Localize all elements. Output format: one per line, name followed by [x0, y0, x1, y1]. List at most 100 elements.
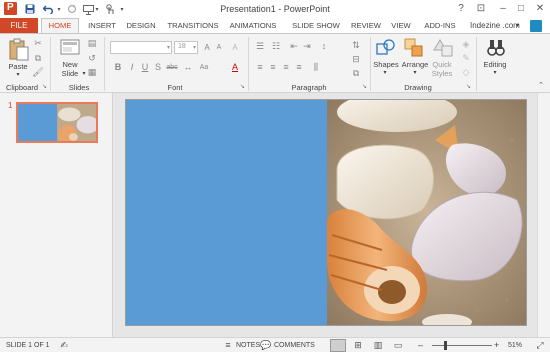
tab-slide-show[interactable]: SLIDE SHOW	[286, 18, 346, 34]
format-painter-icon[interactable]: 🖌	[32, 67, 44, 78]
italic-button[interactable]: I	[126, 62, 138, 73]
tab-design[interactable]: DESIGN	[124, 18, 158, 34]
slide-thumbnail[interactable]	[16, 102, 98, 143]
arrange-button[interactable]: Arrange	[400, 60, 430, 69]
bullets-icon[interactable]: ☰	[254, 41, 266, 52]
blue-rectangle-shape[interactable]	[126, 100, 327, 325]
slide-show-view-icon[interactable]: ▭	[392, 340, 404, 351]
quick-styles-label-2[interactable]: Styles	[428, 69, 456, 78]
seashells-picture[interactable]	[327, 100, 526, 325]
font-color-button[interactable]: A	[229, 62, 241, 73]
convert-to-smartart-icon[interactable]: ⧉	[350, 68, 362, 79]
maximize-icon[interactable]: □	[514, 1, 528, 16]
touch-mode-icon[interactable]	[104, 3, 116, 15]
ribbon-display-options-icon[interactable]: ⊡	[474, 1, 488, 16]
strikethrough-button[interactable]: abc	[164, 62, 180, 73]
minimize-icon[interactable]: –	[496, 1, 510, 16]
character-spacing-icon[interactable]: ↔	[182, 62, 194, 73]
align-text-icon[interactable]: ⊟	[350, 54, 362, 65]
paste-button[interactable]: Paste	[6, 62, 30, 71]
reset-icon[interactable]: ↺	[86, 53, 98, 64]
tab-insert[interactable]: INSERT	[83, 18, 121, 34]
normal-view-button[interactable]	[330, 339, 346, 352]
columns-icon[interactable]: ⫼	[310, 62, 322, 73]
notes-button[interactable]: NOTES	[236, 338, 260, 352]
section-icon[interactable]: ▦	[86, 67, 98, 78]
text-shadow-button[interactable]: S	[152, 62, 164, 73]
fit-slide-icon[interactable]: ⤢	[534, 340, 546, 351]
paste-icon[interactable]	[8, 38, 30, 64]
grow-font-icon[interactable]: A	[201, 42, 213, 53]
center-icon[interactable]: ≡	[267, 62, 279, 73]
shapes-icon[interactable]	[376, 38, 396, 60]
zoom-in-button[interactable]: +	[494, 338, 499, 352]
shapes-dropdown-icon[interactable]: ▾	[380, 69, 390, 76]
user-avatar[interactable]	[530, 20, 542, 32]
undo-icon[interactable]	[42, 3, 56, 15]
underline-button[interactable]: U	[139, 62, 151, 73]
clear-formatting-icon[interactable]: A	[229, 42, 241, 53]
shrink-font-icon[interactable]: A	[213, 42, 225, 53]
line-spacing-icon[interactable]: ↕	[318, 41, 330, 52]
editing-button[interactable]: Editing	[480, 60, 510, 69]
arrange-dropdown-icon[interactable]: ▾	[410, 69, 420, 76]
tab-animations[interactable]: ANIMATIONS	[226, 18, 280, 34]
help-icon[interactable]: ?	[454, 1, 468, 16]
align-right-icon[interactable]: ≡	[280, 62, 292, 73]
vertical-scrollbar[interactable]	[537, 93, 550, 337]
decrease-indent-icon[interactable]: ⇤	[288, 41, 300, 52]
account-dropdown-icon[interactable]: ▾	[516, 18, 519, 34]
text-direction-icon[interactable]: ⇅	[350, 40, 362, 51]
undo-dropdown-icon[interactable]: ▾	[56, 3, 62, 15]
editing-icon[interactable]	[486, 38, 506, 60]
zoom-out-button[interactable]: –	[418, 338, 423, 352]
zoom-slider-thumb[interactable]	[444, 341, 447, 350]
redo-icon[interactable]	[66, 3, 78, 15]
powerpoint-logo-icon[interactable]	[4, 2, 17, 15]
tab-transitions[interactable]: TRANSITIONS	[164, 18, 222, 34]
comments-icon[interactable]: 💬	[260, 340, 272, 351]
quick-styles-button[interactable]: Quick	[428, 60, 456, 69]
spelling-check-icon[interactable]: ✍	[58, 340, 70, 351]
new-slide-icon[interactable]	[60, 38, 80, 60]
slide-canvas[interactable]	[125, 99, 527, 326]
font-name-combo[interactable]: ▾	[110, 41, 172, 54]
font-size-combo[interactable]: 18 ▾	[174, 41, 198, 54]
justify-icon[interactable]: ≡	[293, 62, 305, 73]
comments-button[interactable]: COMMENTS	[274, 338, 315, 352]
numbering-icon[interactable]: ☷	[270, 41, 282, 52]
notes-icon[interactable]: ≡	[222, 340, 234, 351]
clipboard-launcher-icon[interactable]: ↘	[42, 84, 49, 91]
increase-indent-icon[interactable]: ⇥	[301, 41, 313, 52]
editing-dropdown-icon[interactable]: ▾	[490, 69, 500, 76]
tab-file[interactable]: FILE	[0, 18, 38, 34]
save-icon[interactable]	[24, 3, 36, 15]
shape-outline-icon[interactable]: ✎	[460, 53, 472, 64]
tab-add-ins[interactable]: ADD-INS	[420, 18, 460, 34]
paste-dropdown-icon[interactable]: ▾	[13, 71, 23, 78]
align-left-icon[interactable]: ≡	[254, 62, 266, 73]
slide-sorter-view-icon[interactable]: ⊞	[352, 340, 364, 351]
close-icon[interactable]: ✕	[533, 1, 547, 16]
reading-view-icon[interactable]: ▥	[372, 340, 384, 351]
bold-button[interactable]: B	[112, 62, 124, 73]
font-launcher-icon[interactable]: ↘	[240, 84, 247, 91]
paragraph-launcher-icon[interactable]: ↘	[362, 84, 369, 91]
tab-home[interactable]: HOME	[41, 18, 79, 34]
customize-toolbar-icon[interactable]: ▾	[118, 3, 126, 15]
zoom-slider[interactable]	[432, 345, 492, 346]
collapse-ribbon-icon[interactable]: ⌃	[536, 81, 546, 89]
shapes-button[interactable]: Shapes	[372, 60, 400, 69]
layout-icon[interactable]: ▤	[86, 38, 98, 49]
user-account-name[interactable]: Indezine .com	[470, 18, 520, 34]
quick-styles-icon[interactable]	[432, 38, 454, 60]
arrange-icon[interactable]	[404, 38, 424, 60]
tab-review[interactable]: REVIEW	[349, 18, 383, 34]
start-dropdown-icon[interactable]: ▾	[94, 3, 100, 15]
zoom-level[interactable]: 51%	[508, 338, 522, 352]
drawing-launcher-icon[interactable]: ↘	[466, 84, 473, 91]
start-from-beginning-icon[interactable]	[82, 3, 94, 15]
shape-fill-icon[interactable]: ◈	[460, 39, 472, 50]
change-case-button[interactable]: Aa	[197, 62, 211, 73]
cut-icon[interactable]: ✂	[32, 38, 44, 49]
